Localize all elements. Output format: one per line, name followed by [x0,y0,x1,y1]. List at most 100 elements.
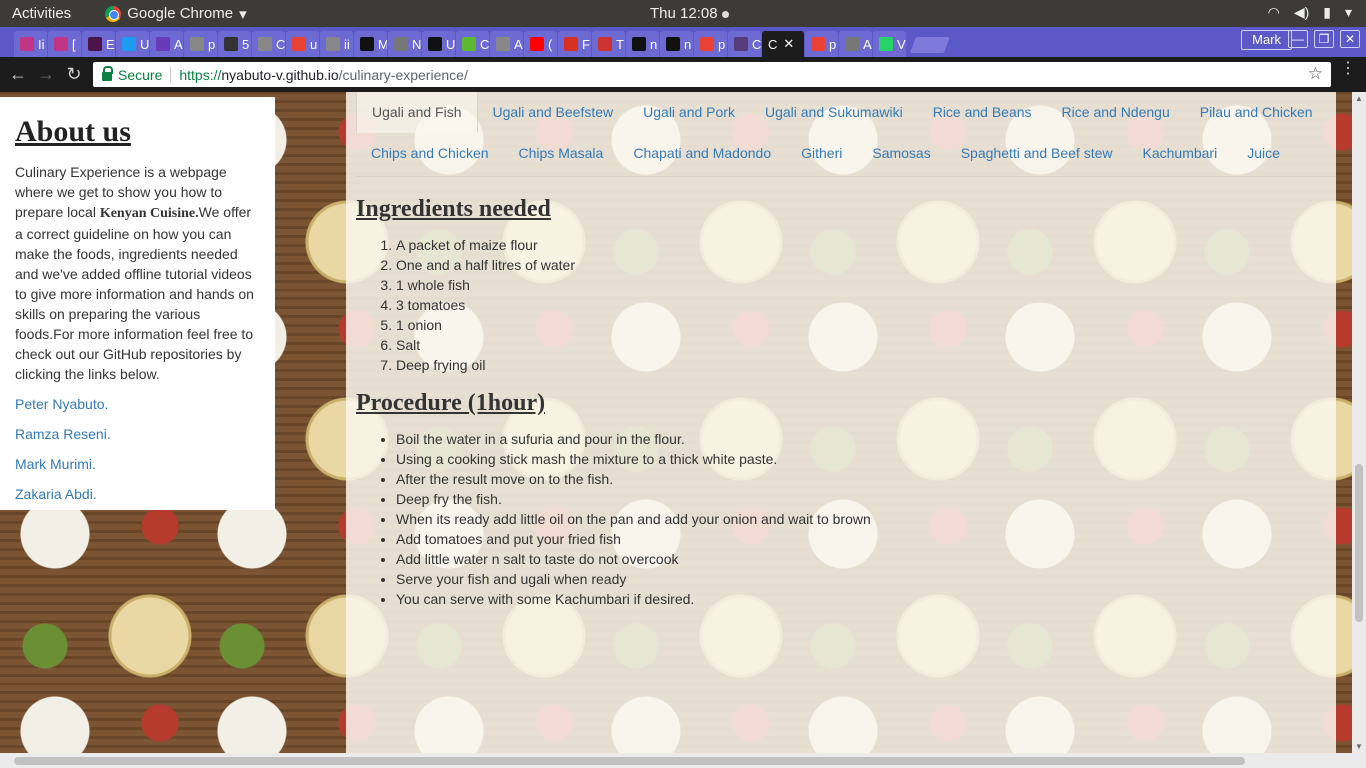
link-ramza-reseni[interactable]: Ramza Reseni. [15,424,260,444]
dish-tab[interactable]: Kachumbari [1128,133,1233,174]
dish-tab[interactable]: Samosas [857,133,945,174]
about-title: About us [15,115,131,148]
dish-tab[interactable]: Chapati and Madondo [618,133,786,174]
browser-tab[interactable]: U [116,31,149,57]
back-button[interactable]: ← [4,64,32,85]
reload-button[interactable]: ↻ [60,64,88,85]
app-icon [598,37,612,51]
link-mark-murimi[interactable]: Mark Murimi. [15,454,260,474]
browser-tab[interactable]: A [839,31,872,57]
browser-tab[interactable]: n [660,31,693,57]
browser-tab-title: U [446,36,455,52]
procedure-step: Deep fry the fish. [396,489,1326,509]
scroll-up-icon[interactable]: ▲ [1354,94,1364,103]
dish-tab[interactable]: Ugali and Fish [356,92,478,133]
ingredients-heading: Ingredients needed [356,196,551,222]
browser-tab[interactable]: u [286,31,319,57]
forward-button[interactable]: → [32,64,60,85]
close-window-button[interactable]: ✕ [1340,30,1360,48]
browser-tab[interactable]: p [184,31,217,57]
procedure-step: Add tomatoes and put your fried fish [396,529,1326,549]
document-icon [190,37,204,51]
browser-tab-title: [ [72,36,76,52]
ingredient-item: 1 onion [396,315,1326,335]
browser-tab[interactable]: ii [320,31,353,57]
window-controls: — ❐ ✕ [1288,30,1360,48]
document-icon [496,37,510,51]
pin-icon [394,37,408,51]
browser-tab-title: A [514,36,523,52]
dish-tab[interactable]: Ugali and Sukumawiki [750,92,918,133]
app-menu[interactable]: Google Chrome ▾ [105,5,247,23]
browser-tab[interactable]: n [626,31,659,57]
profile-button[interactable]: Mark [1241,30,1292,50]
dish-tab[interactable]: Chips and Chicken [356,133,504,174]
browser-tab[interactable]: 5 [218,31,251,57]
url-text: https://nyabuto-v.github.io/culinary-exp… [179,67,467,83]
vertical-scroll-thumb[interactable] [1355,464,1363,622]
browser-tab[interactable]: A [490,31,523,57]
browser-tab[interactable]: [ [48,31,81,57]
browser-tab[interactable]: T [592,31,625,57]
chrome-menu-icon[interactable]: ⋮ [1340,61,1356,77]
browser-tab[interactable]: C ✕ [762,31,804,57]
browser-tab[interactable]: C [728,31,761,57]
browser-tab-title: n [650,36,658,52]
browser-tab[interactable]: N [388,31,421,57]
browser-tab[interactable]: U [422,31,455,57]
browser-tab[interactable]: F [558,31,591,57]
horizontal-scroll-thumb[interactable] [14,757,1245,765]
browser-tab[interactable]: V [873,31,906,57]
activities-button[interactable]: Activities [0,5,83,22]
scroll-down-icon[interactable]: ▼ [1354,742,1364,751]
ingredient-item: Deep frying oil [396,355,1326,375]
browser-tab[interactable]: p [694,31,727,57]
address-bar[interactable]: Secure https://nyabuto-v.github.io/culin… [93,62,1331,87]
browser-tab[interactable]: A [150,31,183,57]
browser-tab[interactable]: C [456,31,489,57]
vertical-scrollbar[interactable]: ▲ ▼ [1352,92,1366,753]
new-tab-button[interactable] [910,37,950,53]
dish-tab[interactable]: Chips Masala [504,133,619,174]
dish-tab[interactable]: Juice [1232,133,1295,174]
maximize-button[interactable]: ❐ [1314,30,1334,48]
power-menu-icon: ▾ [1344,4,1352,20]
system-tray[interactable]: ◠ ◀) ▮ ▾ [1268,4,1352,21]
browser-toolbar: ← → ↻ Secure https://nyabuto-v.github.io… [0,57,1366,92]
dish-tab[interactable]: Ugali and Beefstew [478,92,629,133]
chevron-down-icon: ▾ [239,5,247,23]
ad-icon [462,37,476,51]
bookmark-star-icon[interactable]: ☆ [1308,64,1323,84]
bootstrap-icon [734,37,748,51]
browser-tab[interactable]: Ii [14,31,47,57]
dish-tabs: Ugali and Fish Ugali and Beefstew Ugali an… [356,92,1336,177]
volume-icon: ◀) [1293,4,1310,20]
ingredients-list: A packet of maize flourOne and a half li… [356,235,1326,375]
browser-tab[interactable]: ( [524,31,557,57]
browser-tab[interactable]: M [354,31,387,57]
browser-tab-title: Ii [38,36,45,52]
browser-tab-title: u [310,36,318,52]
minimize-button[interactable]: — [1288,30,1308,48]
procedure-step: When its ready add little oil on the pan… [396,509,1326,529]
horizontal-scrollbar[interactable] [0,753,1366,768]
document-icon [326,37,340,51]
dish-tab[interactable]: Rice and Ndengu [1047,92,1185,133]
browser-tab-title: ii [344,36,350,52]
browser-tab[interactable]: C [252,31,285,57]
dish-tab[interactable]: Githeri [786,133,857,174]
recipe-panel: Ugali and Fish Ugali and Beefstew Ugali an… [346,92,1336,753]
browser-tab[interactable]: E [82,31,115,57]
github-icon [360,37,374,51]
close-tab-icon[interactable]: ✕ [783,36,794,52]
dish-tab[interactable]: Pilau and Chicken [1185,92,1328,133]
procedure-heading: Procedure (1hour) [356,390,546,416]
dish-tab[interactable]: Ugali and Pork [628,92,750,133]
dish-tab[interactable]: Spaghetti and Beef stew [946,133,1128,174]
link-zakaria-abdi[interactable]: Zakaria Abdi. [15,484,260,504]
browser-tab[interactable]: p [805,31,838,57]
clock[interactable]: Thu 12:08 [650,5,729,22]
browser-tab-title: U [140,36,149,52]
link-peter-nyabuto[interactable]: Peter Nyabuto. [15,394,260,414]
dish-tab[interactable]: Rice and Beans [918,92,1047,133]
